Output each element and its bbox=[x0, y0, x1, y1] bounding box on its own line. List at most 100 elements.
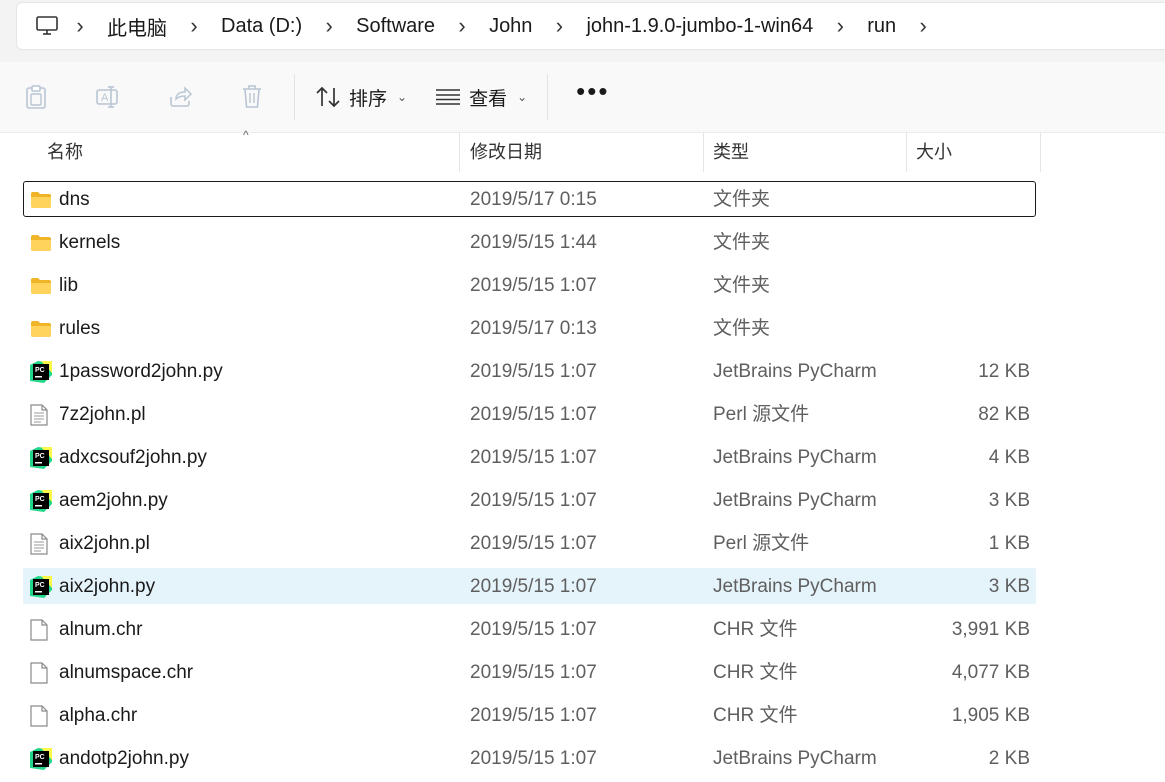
folder-icon bbox=[30, 264, 52, 307]
column-resize-handle[interactable] bbox=[703, 132, 704, 172]
column-header-type[interactable]: 类型 bbox=[713, 132, 749, 172]
file-modified-date: 2019/5/15 1:07 bbox=[470, 576, 597, 597]
breadcrumb-item-software[interactable]: Software bbox=[340, 15, 451, 38]
column-header-size[interactable]: 大小 bbox=[916, 132, 952, 172]
file-row[interactable]: PC aix2john.py 2019/5/15 1:07 JetBrains PyC… bbox=[0, 565, 1165, 608]
breadcrumb-item-run[interactable]: run bbox=[851, 15, 912, 38]
breadcrumb-item-john-version[interactable]: john-1.9.0-jumbo-1-win64 bbox=[570, 15, 829, 38]
file-row[interactable]: alnumspace.chr 2019/5/15 1:07 CHR 文件 4,077 … bbox=[0, 651, 1165, 694]
file-type: CHR 文件 bbox=[713, 705, 798, 726]
file-type: 文件夹 bbox=[713, 275, 771, 296]
file-name: kernels bbox=[59, 232, 121, 253]
toolbar-divider bbox=[294, 74, 295, 120]
file-row[interactable]: PC aem2john.py 2019/5/15 1:07 JetBrains PyC… bbox=[0, 479, 1165, 522]
more-options-button[interactable]: ••• bbox=[554, 78, 631, 104]
delete-button[interactable] bbox=[216, 72, 288, 122]
breadcrumb-separator-icon[interactable]: › bbox=[548, 13, 570, 39]
file-name: lib bbox=[59, 275, 79, 296]
file-modified-date: 2019/5/15 1:07 bbox=[470, 361, 597, 382]
share-button[interactable] bbox=[144, 72, 216, 122]
sort-icon bbox=[316, 86, 340, 108]
breadcrumb-separator-icon[interactable]: › bbox=[912, 13, 934, 39]
address-bar: › 此电脑 › Data (D:) › Software › John › jo… bbox=[0, 0, 1165, 63]
sort-label: 排序 bbox=[349, 88, 388, 110]
file-type: JetBrains PyCharm bbox=[713, 748, 877, 769]
file-row[interactable]: PC adxcsouf2john.py 2019/5/15 1:07 JetBrain… bbox=[0, 436, 1165, 479]
column-resize-handle[interactable] bbox=[459, 132, 460, 172]
file-size: 3,991 KB bbox=[951, 619, 1030, 640]
breadcrumb[interactable]: › 此电脑 › Data (D:) › Software › John › jo… bbox=[16, 2, 1165, 50]
file-row[interactable]: PC 1password2john.py 2019/5/15 1:07 JetBrai… bbox=[0, 350, 1165, 393]
file-type: JetBrains PyCharm bbox=[713, 490, 877, 511]
breadcrumb-item-john[interactable]: John bbox=[473, 15, 548, 38]
file-type: Perl 源文件 bbox=[713, 404, 810, 425]
file-name: aix2john.pl bbox=[59, 533, 150, 554]
file-row[interactable]: alpha.chr 2019/5/15 1:07 CHR 文件 1,905 KB bbox=[0, 694, 1165, 737]
file-row[interactable]: aix2john.pl 2019/5/15 1:07 Perl 源文件 1 KB bbox=[0, 522, 1165, 565]
file-row[interactable]: lib 2019/5/15 1:07 文件夹 bbox=[0, 264, 1165, 307]
file-row[interactable]: alnum.chr 2019/5/15 1:07 CHR 文件 3,991 KB bbox=[0, 608, 1165, 651]
file-modified-date: 2019/5/17 0:15 bbox=[470, 189, 597, 210]
file-type: JetBrains PyCharm bbox=[713, 361, 877, 382]
breadcrumb-separator-icon[interactable]: › bbox=[829, 13, 851, 39]
file-name: alpha.chr bbox=[59, 705, 138, 726]
rename-button[interactable]: A bbox=[72, 72, 144, 122]
file-row[interactable]: dns 2019/5/17 0:15 文件夹 bbox=[0, 178, 1165, 221]
file-name: dns bbox=[59, 189, 90, 210]
command-bar: A 排序 ⌄ 查看 ⌄ ••• bbox=[0, 62, 1165, 133]
rename-icon: A bbox=[96, 86, 118, 108]
file-size: 3 KB bbox=[988, 576, 1030, 597]
file-row[interactable]: kernels 2019/5/15 1:44 文件夹 bbox=[0, 221, 1165, 264]
file-size: 4 KB bbox=[988, 447, 1030, 468]
breadcrumb-item-this-pc[interactable]: 此电脑 bbox=[91, 12, 183, 41]
folder-icon bbox=[30, 221, 52, 264]
column-header-name[interactable]: 名称 bbox=[47, 132, 83, 172]
view-button[interactable]: 查看 ⌄ bbox=[421, 72, 541, 122]
file-row[interactable]: rules 2019/5/17 0:13 文件夹 bbox=[0, 307, 1165, 350]
pycharm-icon: PC bbox=[30, 737, 52, 780]
file-size: 3 KB bbox=[988, 490, 1030, 511]
file-type: CHR 文件 bbox=[713, 619, 798, 640]
file-size: 82 KB bbox=[978, 404, 1030, 425]
svg-text:PC: PC bbox=[35, 367, 45, 374]
file-modified-date: 2019/5/15 1:07 bbox=[470, 447, 597, 468]
share-icon bbox=[170, 86, 193, 107]
paste-button[interactable] bbox=[0, 72, 72, 122]
file-modified-date: 2019/5/15 1:07 bbox=[470, 662, 597, 683]
file-modified-date: 2019/5/15 1:07 bbox=[470, 275, 597, 296]
file-modified-date: 2019/5/15 1:07 bbox=[470, 490, 597, 511]
file-name: 7z2john.pl bbox=[59, 404, 146, 425]
chevron-down-icon: ⌄ bbox=[397, 90, 408, 104]
breadcrumb-separator-icon[interactable]: › bbox=[69, 13, 91, 39]
file-name: andotp2john.py bbox=[59, 748, 189, 769]
svg-text:PC: PC bbox=[35, 496, 45, 503]
sort-ascending-icon: ^ bbox=[243, 128, 249, 142]
clipboard-icon bbox=[26, 85, 46, 109]
blank-file-icon bbox=[30, 651, 48, 694]
pycharm-icon: PC bbox=[30, 479, 52, 522]
sort-button[interactable]: 排序 ⌄ bbox=[301, 72, 421, 122]
text-file-icon bbox=[30, 393, 48, 436]
toolbar-divider bbox=[547, 74, 549, 120]
file-row[interactable]: PC andotp2john.py 2019/5/15 1:07 JetBrains … bbox=[0, 737, 1165, 780]
pycharm-icon: PC bbox=[30, 350, 52, 393]
breadcrumb-separator-icon[interactable]: › bbox=[318, 13, 340, 39]
file-size: 12 KB bbox=[978, 361, 1030, 382]
file-size: 2 KB bbox=[988, 748, 1030, 769]
svg-text:PC: PC bbox=[35, 754, 45, 761]
pycharm-icon: PC bbox=[30, 436, 52, 479]
breadcrumb-item-drive[interactable]: Data (D:) bbox=[205, 15, 318, 38]
file-row[interactable]: 7z2john.pl 2019/5/15 1:07 Perl 源文件 82 KB bbox=[0, 393, 1165, 436]
column-resize-handle[interactable] bbox=[906, 132, 907, 172]
column-resize-handle[interactable] bbox=[1040, 132, 1041, 172]
computer-icon[interactable] bbox=[25, 4, 69, 48]
breadcrumb-separator-icon[interactable]: › bbox=[451, 13, 473, 39]
breadcrumb-separator-icon[interactable]: › bbox=[183, 13, 205, 39]
file-type: CHR 文件 bbox=[713, 662, 798, 683]
file-size: 1,905 KB bbox=[951, 705, 1030, 726]
file-type: Perl 源文件 bbox=[713, 533, 810, 554]
column-header-date[interactable]: 修改日期 bbox=[470, 132, 542, 172]
svg-text:PC: PC bbox=[35, 582, 45, 589]
view-label: 查看 bbox=[469, 88, 508, 110]
trash-icon bbox=[243, 85, 261, 108]
